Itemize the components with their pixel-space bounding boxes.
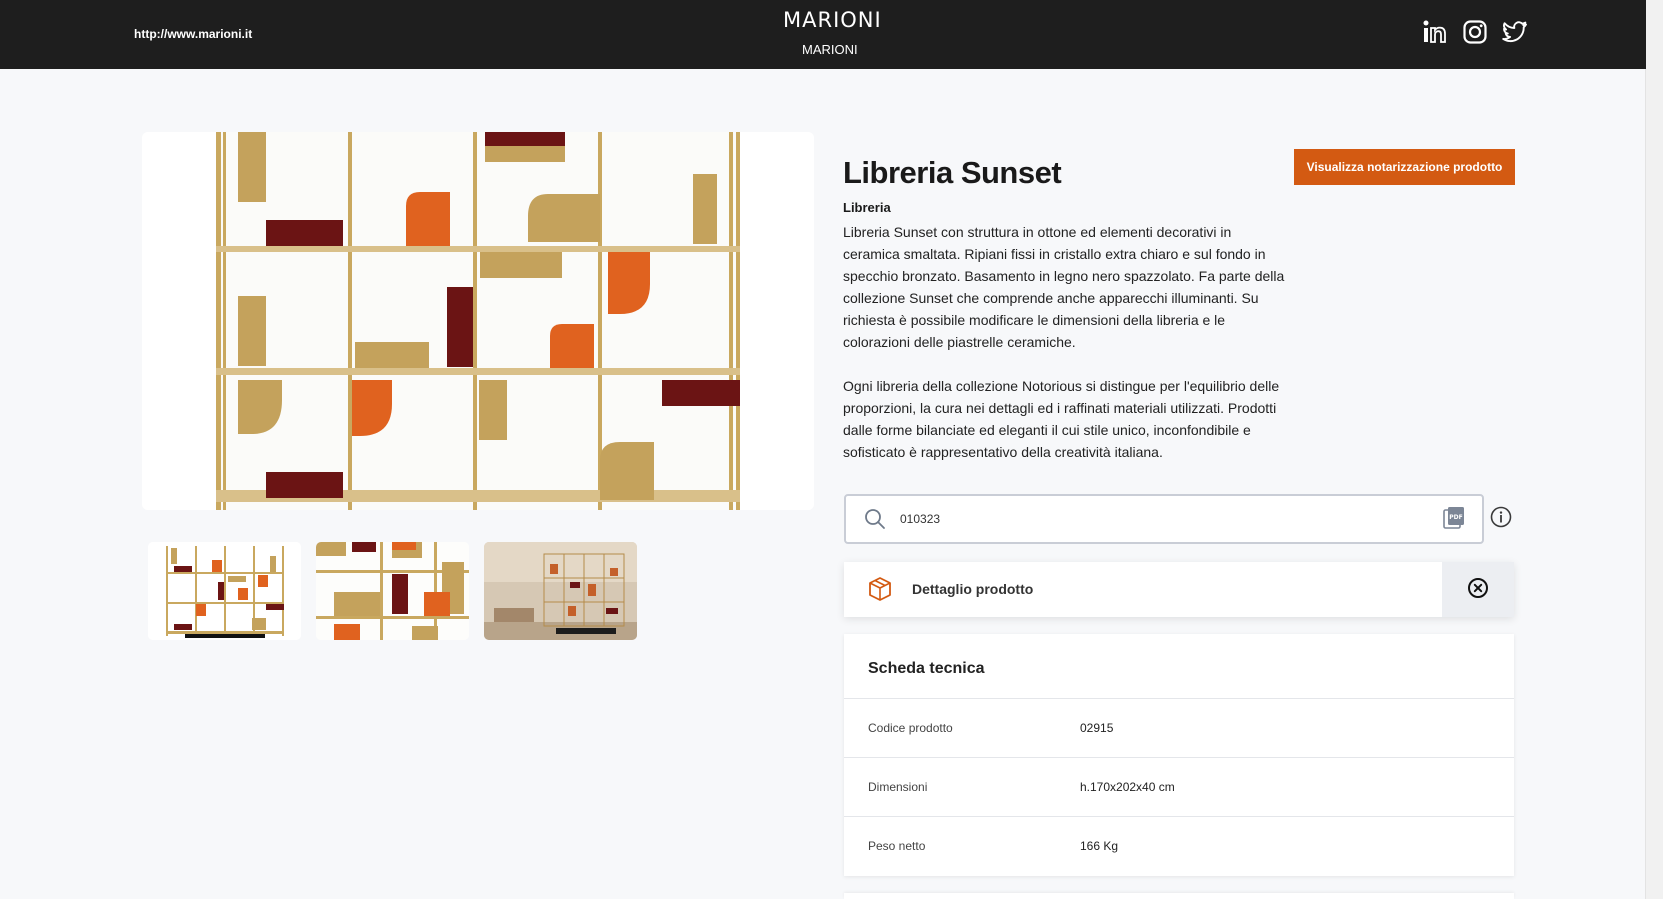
active-thumbnail-indicator [185, 634, 265, 638]
product-detail-label: Dettaglio prodotto [912, 581, 1034, 597]
product-main-image[interactable] [142, 132, 814, 510]
linkedin-icon[interactable] [1421, 18, 1449, 46]
tech-row-product-code: Codice prodotto 02915 [844, 698, 1514, 757]
next-card [844, 893, 1514, 899]
tech-label: Peso netto [868, 839, 926, 853]
search-icon [865, 509, 885, 529]
description-paragraph-1: Libreria Sunset con struttura in ottone … [843, 224, 1285, 350]
tech-label: Dimensioni [868, 780, 928, 794]
info-icon[interactable] [1490, 506, 1512, 528]
search-box[interactable]: PDF [844, 494, 1484, 544]
box-icon [869, 577, 891, 601]
close-icon [1468, 578, 1488, 598]
tech-value: 02915 [1080, 721, 1114, 735]
thumbnail-front-view[interactable] [148, 542, 301, 640]
instagram-icon[interactable] [1461, 18, 1489, 46]
tech-row-net-weight: Peso netto 166 Kg [844, 816, 1514, 875]
description-paragraph-2: Ogni libreria della collezione Notorious… [843, 378, 1280, 460]
search-input[interactable] [898, 507, 1382, 531]
thumbnail-detail-view[interactable] [316, 542, 469, 640]
view-notarization-button[interactable]: Visualizza notarizzazione prodotto [1294, 149, 1515, 185]
brand-logo[interactable]: MARIONI [783, 8, 882, 32]
pdf-icon[interactable]: PDF [1443, 506, 1465, 530]
technical-sheet: Scheda tecnica Codice prodotto 02915 Dim… [844, 634, 1514, 876]
technical-sheet-title: Scheda tecnica [868, 660, 985, 677]
close-detail-button[interactable] [1442, 562, 1514, 617]
thumbnail-room-view[interactable] [484, 542, 637, 640]
svg-text:PDF: PDF [1449, 514, 1462, 521]
top-header: http://www.marioni.it MARIONI MARIONI [0, 0, 1646, 69]
twitter-icon[interactable] [1501, 18, 1529, 46]
tech-value: h.170x202x40 cm [1080, 780, 1175, 794]
page-scrollbar[interactable] [1645, 0, 1663, 899]
product-title: Libreria Sunset [843, 155, 1062, 190]
tech-row-dimensions: Dimensioni h.170x202x40 cm [844, 757, 1514, 816]
tech-value: 166 Kg [1080, 839, 1119, 853]
product-category: Libreria [843, 200, 891, 215]
site-url-link[interactable]: http://www.marioni.it [134, 27, 252, 41]
tech-label: Codice prodotto [868, 721, 953, 735]
product-description: Libreria Sunset con struttura in ottone … [843, 221, 1288, 485]
product-detail-panel[interactable]: Dettaglio prodotto [844, 562, 1514, 617]
brand-name: MARIONI [802, 42, 858, 57]
